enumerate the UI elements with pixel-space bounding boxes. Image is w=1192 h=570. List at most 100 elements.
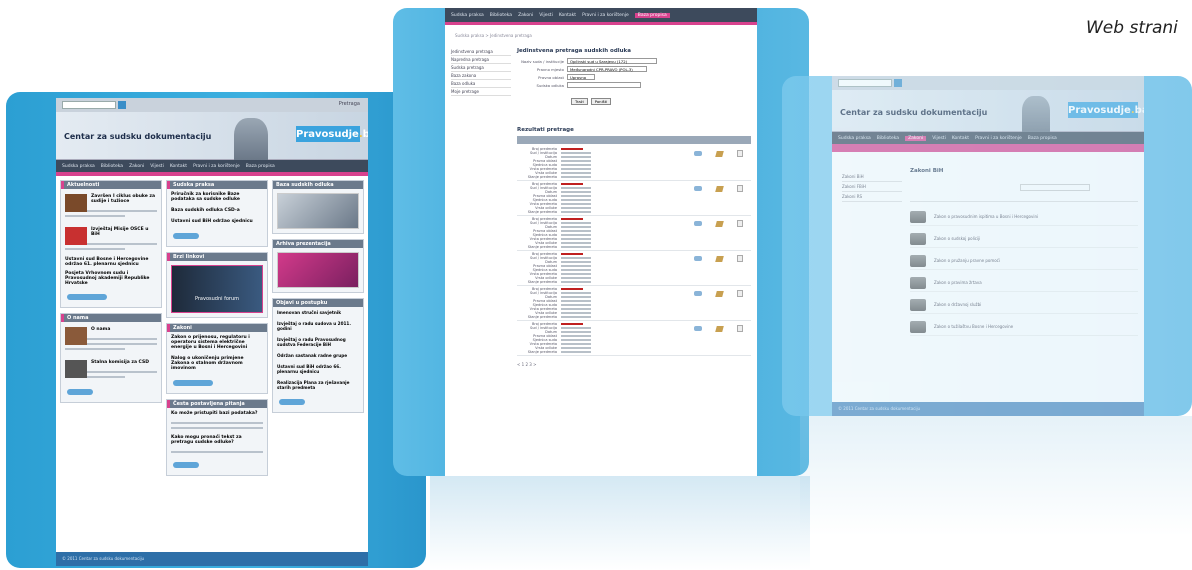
search-icon[interactable]	[118, 101, 126, 109]
document-icon[interactable]	[715, 290, 724, 297]
event-title[interactable]: Realizacija Plana za rješavanje starih p…	[273, 377, 363, 393]
legal-place-select[interactable]: Međunarodni CPR-PRAVO (POL-3)	[567, 66, 647, 72]
preview-icon[interactable]	[694, 151, 702, 156]
event-title[interactable]: Održan sastanak radne grupe	[273, 350, 363, 361]
faq-title[interactable]: Kako mogu pronaći tekst za pretragu suds…	[167, 432, 267, 448]
sidebar-item[interactable]: Jedinstvena pretraga	[451, 48, 511, 56]
law-title[interactable]: Zakon o sudskoj policiji	[934, 236, 980, 241]
site-title[interactable]: Centar za sudsku dokumentaciju	[64, 132, 211, 141]
nav-item[interactable]: Vijesti	[539, 13, 553, 18]
event-title[interactable]: Izvještaj o radu sudova u 2011. godini	[273, 318, 363, 334]
more-events-button[interactable]	[279, 399, 305, 405]
event-title[interactable]: Izvještaj o radu Pravosudnog sudstva Fed…	[273, 334, 363, 350]
law-title[interactable]: Zakon o pravima žrtava	[934, 280, 982, 285]
legal-area-select[interactable]: Upravno	[567, 74, 595, 80]
document-icon[interactable]	[715, 150, 724, 157]
law-title[interactable]: Zakon o državnoj službi	[934, 302, 981, 307]
document-icon[interactable]	[715, 220, 724, 227]
news-title[interactable]: Posjeta Vrhovnom sudu i Pravosudnoj akad…	[61, 269, 161, 288]
pdf-icon[interactable]	[737, 325, 743, 332]
nav-item[interactable]: Kontakt	[170, 164, 187, 169]
preview-icon[interactable]	[694, 326, 702, 331]
news-item[interactable]: Izvještaj Misije OSCE u BiH	[61, 222, 161, 255]
result-row[interactable]: Broj predmeta Sud / institucija Datum Pravn…	[517, 251, 751, 286]
nav-item[interactable]: Biblioteka	[490, 13, 512, 18]
video-banner[interactable]	[277, 252, 359, 288]
law-title[interactable]: Zakon o tužilaštvu Bosne i Hercegovine	[934, 324, 1013, 329]
pdf-icon[interactable]	[737, 255, 743, 262]
law-item[interactable]: Zakon o tužilaštvu Bosne i Hercegovine	[910, 318, 1138, 336]
nav-item[interactable]: Biblioteka	[877, 136, 899, 141]
document-icon[interactable]	[715, 185, 724, 192]
nav-item[interactable]: Zakoni	[129, 164, 144, 169]
law-title[interactable]: Nalog o ukoničenju primjene Zakona o sta…	[167, 353, 267, 374]
news-item[interactable]: Završen I ciklus obuke za sudije i tužio…	[61, 189, 161, 222]
nav-item[interactable]: Kontakt	[559, 13, 576, 18]
nav-item-active[interactable]: Zakoni	[905, 135, 927, 141]
sidebar-item[interactable]: Zakoni BiH	[842, 172, 902, 182]
search-input[interactable]	[838, 79, 892, 87]
pager[interactable]: < 1 2 3 >	[517, 362, 751, 367]
news-title[interactable]: Ustavni sud Bosne i Hercegovine održao 6…	[61, 255, 161, 269]
search-input[interactable]	[62, 101, 116, 109]
law-item[interactable]: Zakon o pravosudnim ispitima u Bosni i H…	[910, 208, 1138, 226]
practice-title[interactable]: Ustavni sud BiH održao sjednicu	[167, 216, 267, 227]
pdf-icon[interactable]	[737, 150, 743, 157]
preview-icon[interactable]	[694, 186, 702, 191]
nav-item[interactable]: Sudska praksa	[62, 164, 95, 169]
sidebar-item[interactable]: Baza zakona	[451, 72, 511, 80]
practice-title[interactable]: Priručnik za korisnike Baze podataka sa …	[167, 189, 267, 205]
nav-item[interactable]: Pravni i za korištenje	[582, 13, 629, 18]
sidebar-item[interactable]: Napredna pretraga	[451, 56, 511, 64]
filter-select[interactable]	[1020, 184, 1090, 191]
pdf-icon[interactable]	[737, 290, 743, 297]
practice-title[interactable]: Baza sudskih odluka CSD-a	[167, 205, 267, 216]
nav-item[interactable]: Baza propisa	[1028, 136, 1057, 141]
event-title[interactable]: Ustavni sud BiH održao 66. plenarnu sjed…	[273, 361, 363, 377]
sidebar-item[interactable]: Zakoni FBiH	[842, 182, 902, 192]
search-label[interactable]: Pretraga	[339, 101, 360, 107]
nav-item-active[interactable]: Baza propisa	[634, 12, 670, 18]
site-title[interactable]: Centar za sudsku dokumentaciju	[840, 108, 987, 117]
nav-item[interactable]: Vijesti	[150, 164, 164, 169]
about-item[interactable]: Stalna komisija za CSD	[61, 355, 161, 383]
result-row[interactable]: Broj predmeta Sud / institucija Datum Pravn…	[517, 216, 751, 251]
law-title[interactable]: Zakon o pravosudnim ispitima u Bosni i H…	[934, 214, 1038, 219]
nav-item[interactable]: Sudska praksa	[451, 13, 484, 18]
decision-input[interactable]	[567, 82, 641, 88]
about-item[interactable]: O nama	[61, 322, 161, 355]
more-about-button[interactable]	[67, 389, 93, 395]
result-row[interactable]: Broj predmeta Sud / institucija Datum Pravn…	[517, 181, 751, 216]
forum-banner[interactable]: Pravosudni forum	[171, 265, 263, 313]
sidebar-item[interactable]: Baza odluka	[451, 80, 511, 88]
preview-icon[interactable]	[694, 221, 702, 226]
law-item[interactable]: Zakon o pružanju pravne pomoći	[910, 252, 1138, 270]
law-item[interactable]: Zakon o državnoj službi	[910, 296, 1138, 314]
more-practice-button[interactable]	[173, 233, 199, 239]
pdf-icon[interactable]	[737, 185, 743, 192]
search-icon[interactable]	[894, 79, 902, 87]
preview-icon[interactable]	[694, 291, 702, 296]
law-title[interactable]: Zakon o prijenosu, regulatoru i operator…	[167, 332, 267, 353]
brand-logo[interactable]: Pravosudje.ba	[296, 126, 368, 142]
more-news-button[interactable]	[67, 294, 107, 300]
nav-item[interactable]: Kontakt	[952, 136, 969, 141]
sidebar-item[interactable]: Sudska pretraga	[451, 64, 511, 72]
faq-title[interactable]: Ko može pristupiti bazi podataka?	[167, 408, 267, 419]
nav-item[interactable]: Sudska praksa	[838, 136, 871, 141]
event-title[interactable]: Imenovan stručni savjetnik	[273, 307, 363, 318]
more-laws-button[interactable]	[173, 380, 213, 386]
nav-item[interactable]: Pravni i za korištenje	[193, 164, 240, 169]
law-title[interactable]: Zakon o pružanju pravne pomoći	[934, 258, 1000, 263]
document-icon[interactable]	[715, 325, 724, 332]
reset-button[interactable]: Poništi	[590, 98, 612, 105]
sidebar-item[interactable]: Moje pretrage	[451, 88, 511, 96]
nav-item[interactable]: Baza propisa	[246, 164, 275, 169]
pdf-icon[interactable]	[737, 220, 743, 227]
more-faq-button[interactable]	[173, 462, 199, 468]
search-button[interactable]: Traži	[571, 98, 588, 105]
document-icon[interactable]	[715, 255, 724, 262]
nav-item[interactable]: Pravni i za korištenje	[975, 136, 1022, 141]
nav-item[interactable]: Vijesti	[932, 136, 946, 141]
court-select[interactable]: Općinski sud u Sarajevu (172)	[567, 58, 657, 64]
